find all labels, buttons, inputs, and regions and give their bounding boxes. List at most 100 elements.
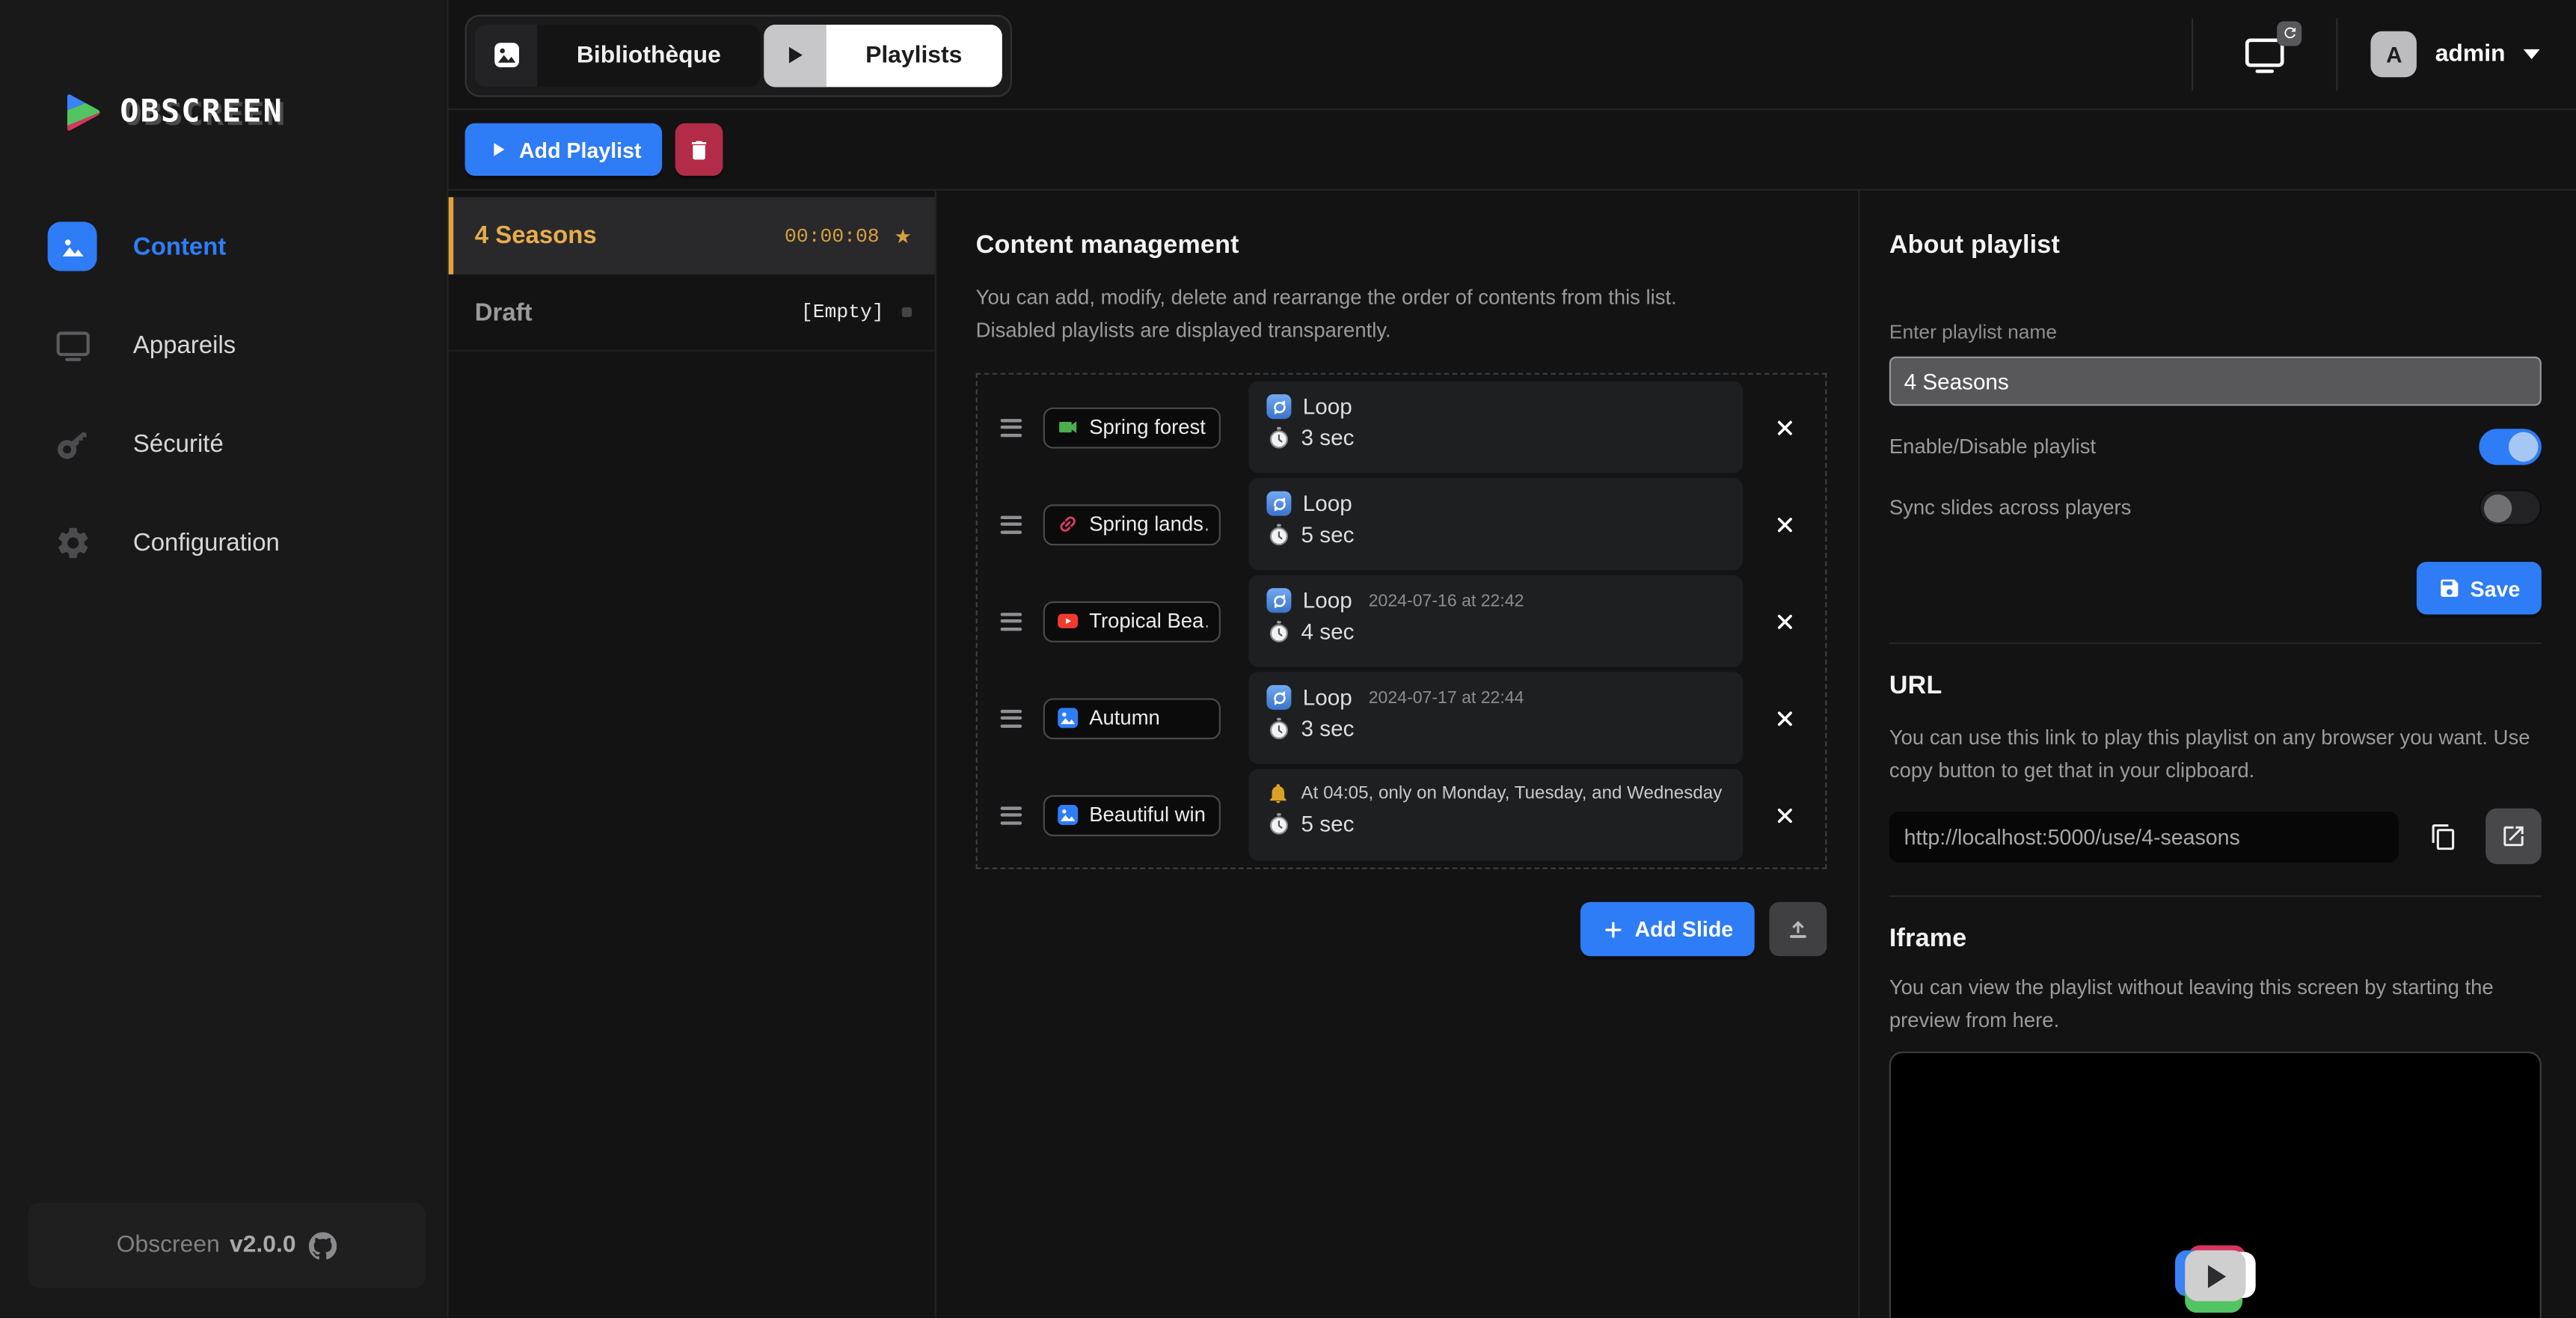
playlist-name-label: Enter playlist name: [1889, 320, 2542, 343]
monitor-icon: [48, 320, 97, 370]
copy-icon: [2430, 822, 2458, 850]
slides-list: Spring forest… Loop 3 sec: [976, 373, 1827, 869]
link-icon: [1052, 508, 1084, 540]
screen-preview-button[interactable]: [2243, 32, 2287, 76]
slide-chip[interactable]: Spring lands…: [1043, 503, 1221, 545]
loop-icon: [1266, 491, 1291, 516]
brand-name: OBSCREEN: [120, 94, 283, 129]
obscreen-app: OBSCREEN Content Appareils Sécurité: [0, 0, 2576, 1318]
slide-cron-badge[interactable]: At 04:05, only on Monday, Tuesday, and W…: [1301, 784, 1723, 803]
slide-chip[interactable]: Tropical Bea…: [1043, 601, 1221, 642]
play-icon: [2184, 1250, 2245, 1301]
slide-duration-badge[interactable]: 5 sec: [1301, 522, 1355, 547]
add-slide-row: Add Slide: [976, 902, 1827, 956]
playlist-name-input[interactable]: [1889, 357, 2542, 406]
close-icon: [1773, 804, 1795, 826]
delete-playlist-button[interactable]: [676, 123, 724, 176]
enable-toggle-row: Enable/Disable playlist: [1889, 429, 2542, 465]
slide-mode-badge[interactable]: Loop: [1303, 685, 1352, 710]
remove-slide-button[interactable]: [1743, 804, 1825, 826]
slide-schedule-date: 2024-07-17 at 22:44: [1369, 687, 1524, 707]
drag-handle-icon[interactable]: [1001, 806, 1022, 824]
slide-chip[interactable]: Autumn: [1043, 697, 1221, 738]
stopwatch-icon: [1266, 812, 1291, 836]
status-dot-icon: [902, 307, 912, 317]
drag-handle-icon[interactable]: [1001, 612, 1022, 630]
enable-label: Enable/Disable playlist: [1889, 435, 2096, 459]
loop-icon: [1266, 394, 1291, 419]
caret-down-icon: [2524, 49, 2540, 59]
sidebar-item-content[interactable]: Content: [0, 197, 447, 296]
sidebar-item-configuration[interactable]: Configuration: [0, 493, 447, 592]
user-name: admin: [2435, 41, 2506, 67]
copy-url-button[interactable]: [2430, 822, 2458, 850]
enable-toggle[interactable]: [2479, 429, 2541, 465]
save-label: Save: [2471, 576, 2521, 601]
image-icon: [48, 222, 97, 272]
playlist-empty-badge: [Empty]: [801, 301, 884, 324]
obscreen-player-logo: [2174, 1245, 2257, 1314]
playlist-url-input[interactable]: [1889, 811, 2399, 862]
play-icon: [486, 138, 509, 161]
tab-playlists[interactable]: Playlists: [764, 24, 1002, 86]
sync-label: Sync slides across players: [1889, 496, 2131, 519]
stopwatch-icon: [1266, 522, 1291, 547]
upload-slide-button[interactable]: [1770, 902, 1827, 956]
gear-icon: [48, 518, 97, 567]
slide-duration-badge[interactable]: 5 sec: [1301, 812, 1355, 836]
github-icon[interactable]: [306, 1231, 337, 1259]
sidebar-item-label: Sécurité: [133, 429, 224, 457]
upload-icon: [1784, 915, 1812, 942]
save-button[interactable]: Save: [2416, 562, 2542, 614]
sidebar-item-appareils[interactable]: Appareils: [0, 295, 447, 394]
add-slide-button[interactable]: Add Slide: [1580, 902, 1755, 956]
slide-row: Tropical Bea… Loop 2024-07-16 at 22:42 4…: [978, 575, 1825, 667]
slide-row: Autumn Loop 2024-07-17 at 22:44 3 sec: [978, 672, 1825, 764]
remove-slide-button[interactable]: [1743, 708, 1825, 729]
video-icon: [1056, 416, 1079, 439]
slide-duration-badge[interactable]: 3 sec: [1301, 426, 1355, 450]
slide-duration-badge[interactable]: 3 sec: [1301, 717, 1355, 741]
stopwatch-icon: [1266, 717, 1291, 741]
open-url-button[interactable]: [2486, 809, 2542, 865]
sidebar-item-label: Appareils: [133, 331, 236, 359]
main-area: Bibliothèque Playlists: [449, 0, 2576, 1318]
add-playlist-button[interactable]: Add Playlist: [465, 123, 663, 176]
slide-mode-badge[interactable]: Loop: [1303, 588, 1352, 613]
drag-handle-icon[interactable]: [1001, 515, 1022, 533]
slide-chip[interactable]: Beautiful win…: [1043, 794, 1221, 836]
slide-duration-badge[interactable]: 4 sec: [1301, 619, 1355, 644]
brand-logo: OBSCREEN: [0, 0, 447, 151]
trash-icon: [687, 137, 712, 162]
playlist-item-4-seasons[interactable]: 4 Seasons 00:00:08 ★: [449, 197, 935, 275]
content-description: You can add, modify, delete and rearrang…: [976, 281, 1755, 347]
stopwatch-icon: [1266, 426, 1291, 450]
iframe-description: You can view the playlist without leavin…: [1889, 971, 2542, 1037]
key-icon: [48, 419, 97, 468]
youtube-icon: [1056, 610, 1079, 633]
sidebar-item-securite[interactable]: Sécurité: [0, 394, 447, 493]
slide-chip[interactable]: Spring forest…: [1043, 407, 1221, 448]
slide-mode-badge[interactable]: Loop: [1303, 394, 1352, 419]
user-menu[interactable]: A admin: [2371, 31, 2540, 77]
playlist-name: 4 Seasons: [475, 222, 785, 250]
slide-name: Autumn: [1089, 706, 1160, 729]
playlist-duration: 00:00:08: [785, 224, 880, 248]
remove-slide-button[interactable]: [1743, 610, 1825, 632]
tab-bibliotheque[interactable]: Bibliothèque: [475, 24, 761, 86]
external-link-icon: [2500, 823, 2527, 849]
add-playlist-label: Add Playlist: [519, 137, 641, 162]
drag-handle-icon[interactable]: [1001, 709, 1022, 727]
close-icon: [1773, 708, 1795, 729]
divider: [1889, 643, 2542, 644]
remove-slide-button[interactable]: [1743, 513, 1825, 535]
slide-mode-badge[interactable]: Loop: [1303, 491, 1352, 516]
about-playlist-panel: About playlist Enter playlist name Enabl…: [1859, 191, 2576, 1318]
about-title: About playlist: [1889, 232, 2542, 262]
url-title: URL: [1889, 672, 2542, 702]
remove-slide-button[interactable]: [1743, 417, 1825, 438]
playlist-item-draft[interactable]: Draft [Empty]: [449, 275, 935, 352]
drag-handle-icon[interactable]: [1001, 418, 1022, 436]
sync-toggle[interactable]: [2479, 490, 2541, 526]
app-name: Obscreen: [117, 1232, 220, 1258]
